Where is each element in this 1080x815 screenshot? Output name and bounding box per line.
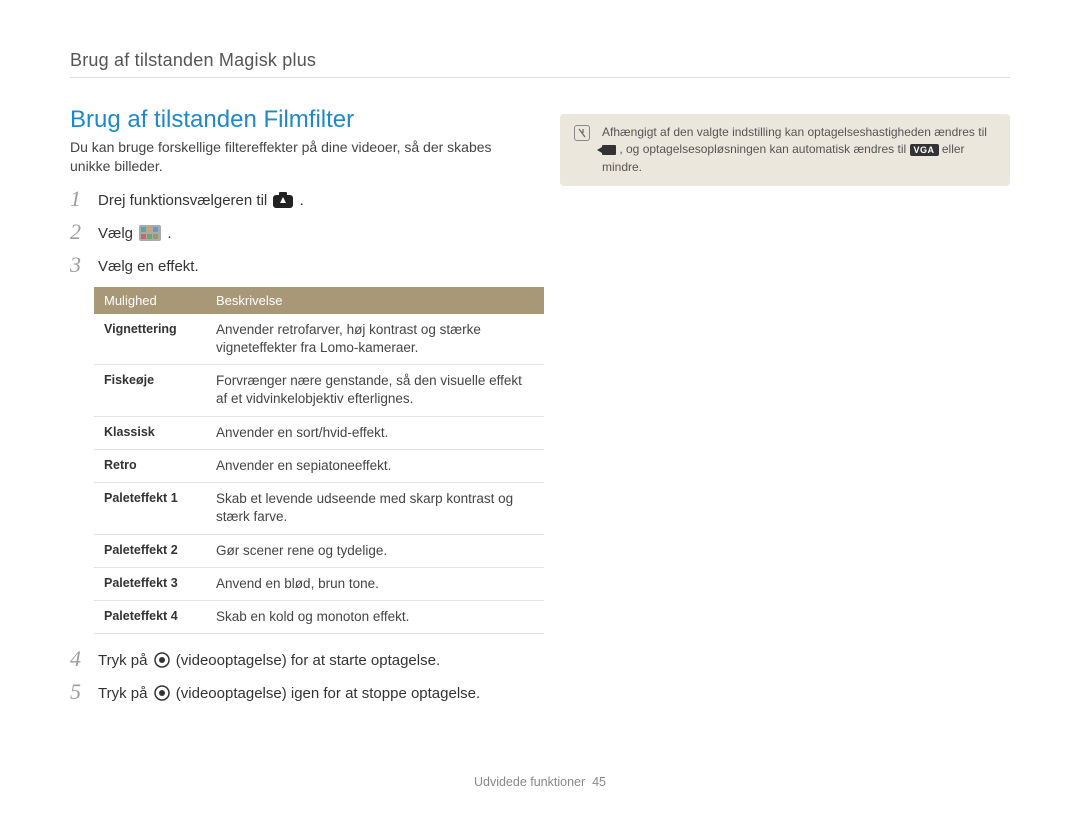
table-row: Paleteffekt 3Anvend en blød, brun tone. <box>94 567 544 600</box>
record-button-icon <box>154 685 170 701</box>
option-desc: Anvender retrofarver, høj kontrast og st… <box>206 314 544 365</box>
option-name: Vignettering <box>94 314 206 365</box>
steps-list-continued: 4 Tryk på (videooptagelse) for at starte… <box>70 648 520 704</box>
table-row: VignetteringAnvender retrofarver, høj ko… <box>94 314 544 365</box>
table-row: Paleteffekt 2Gør scener rene og tydelige… <box>94 534 544 567</box>
table-header-description: Beskrivelse <box>206 287 544 314</box>
step-1: 1 Drej funktionsvælgeren til . <box>70 188 520 211</box>
table-row: Paleteffekt 4Skab en kold og monoton eff… <box>94 600 544 633</box>
mode-dial-icon <box>273 192 293 208</box>
page-footer: Udvidede funktioner 45 <box>0 775 1080 789</box>
step-text: (videooptagelse) igen for at stoppe opta… <box>176 685 480 702</box>
option-name: Paleteffekt 4 <box>94 600 206 633</box>
step-text: Vælg en effekt. <box>98 254 199 277</box>
section-title: Brug af tilstanden Filmfilter <box>70 106 520 134</box>
step-3: 3 Vælg en effekt. <box>70 254 520 277</box>
step-text: Tryk på <box>98 652 152 669</box>
note-icon <box>574 125 590 141</box>
step-number: 3 <box>70 254 88 276</box>
fps-icon <box>602 145 616 155</box>
step-text: . <box>300 192 304 209</box>
step-number: 4 <box>70 648 88 670</box>
option-desc: Anvend en blød, brun tone. <box>206 567 544 600</box>
record-button-icon <box>154 652 170 668</box>
footer-section: Udvidede funktioner <box>474 775 585 789</box>
step-text: Tryk på <box>98 685 152 702</box>
table-row: RetroAnvender en sepiatoneeffekt. <box>94 449 544 482</box>
option-name: Paleteffekt 1 <box>94 483 206 534</box>
step-number: 2 <box>70 221 88 243</box>
option-desc: Gør scener rene og tydelige. <box>206 534 544 567</box>
step-text: Vælg <box>98 225 137 242</box>
step-text: (videooptagelse) for at starte optagelse… <box>176 652 440 669</box>
option-desc: Skab en kold og monoton effekt. <box>206 600 544 633</box>
section-intro: Du kan bruge forskellige filtereffekter … <box>70 138 520 176</box>
option-name: Retro <box>94 449 206 482</box>
left-column: Brug af tilstanden Filmfilter Du kan bru… <box>70 106 520 714</box>
option-name: Paleteffekt 3 <box>94 567 206 600</box>
option-desc: Anvender en sort/hvid-effekt. <box>206 416 544 449</box>
option-desc: Forvrænger nære genstande, så den visuel… <box>206 365 544 416</box>
step-5: 5 Tryk på (videooptagelse) igen for at s… <box>70 681 520 704</box>
effects-table: Mulighed Beskrivelse VignetteringAnvende… <box>94 287 544 634</box>
steps-list: 1 Drej funktionsvælgeren til . <box>70 188 520 277</box>
step-number: 5 <box>70 681 88 703</box>
note-text: Afhængigt af den valgte indstilling kan … <box>602 124 996 176</box>
step-2: 2 Vælg <box>70 221 520 244</box>
table-row: Paleteffekt 1Skab et levende udseende me… <box>94 483 544 534</box>
note-text-segment: Afhængigt af den valgte indstilling kan … <box>602 125 987 139</box>
footer-page-number: 45 <box>592 775 606 789</box>
note-box: Afhængigt af den valgte indstilling kan … <box>560 114 1010 186</box>
option-desc: Anvender en sepiatoneeffekt. <box>206 449 544 482</box>
option-name: Klassisk <box>94 416 206 449</box>
table-header-option: Mulighed <box>94 287 206 314</box>
filmfilter-mode-icon <box>139 225 161 241</box>
divider <box>70 77 1010 78</box>
step-number: 1 <box>70 188 88 210</box>
vga-badge: VGA <box>910 144 939 156</box>
breadcrumb: Brug af tilstanden Magisk plus <box>70 50 1010 71</box>
step-4: 4 Tryk på (videooptagelse) for at starte… <box>70 648 520 671</box>
note-text-segment: , og optagelsesopløsningen kan automatis… <box>619 142 909 156</box>
option-name: Paleteffekt 2 <box>94 534 206 567</box>
right-column: Afhængigt af den valgte indstilling kan … <box>560 106 1010 714</box>
option-desc: Skab et levende udseende med skarp kontr… <box>206 483 544 534</box>
step-text: Drej funktionsvælgeren til <box>98 192 271 209</box>
table-row: KlassiskAnvender en sort/hvid-effekt. <box>94 416 544 449</box>
table-row: FiskeøjeForvrænger nære genstande, så de… <box>94 365 544 416</box>
option-name: Fiskeøje <box>94 365 206 416</box>
step-text: . <box>167 225 171 242</box>
